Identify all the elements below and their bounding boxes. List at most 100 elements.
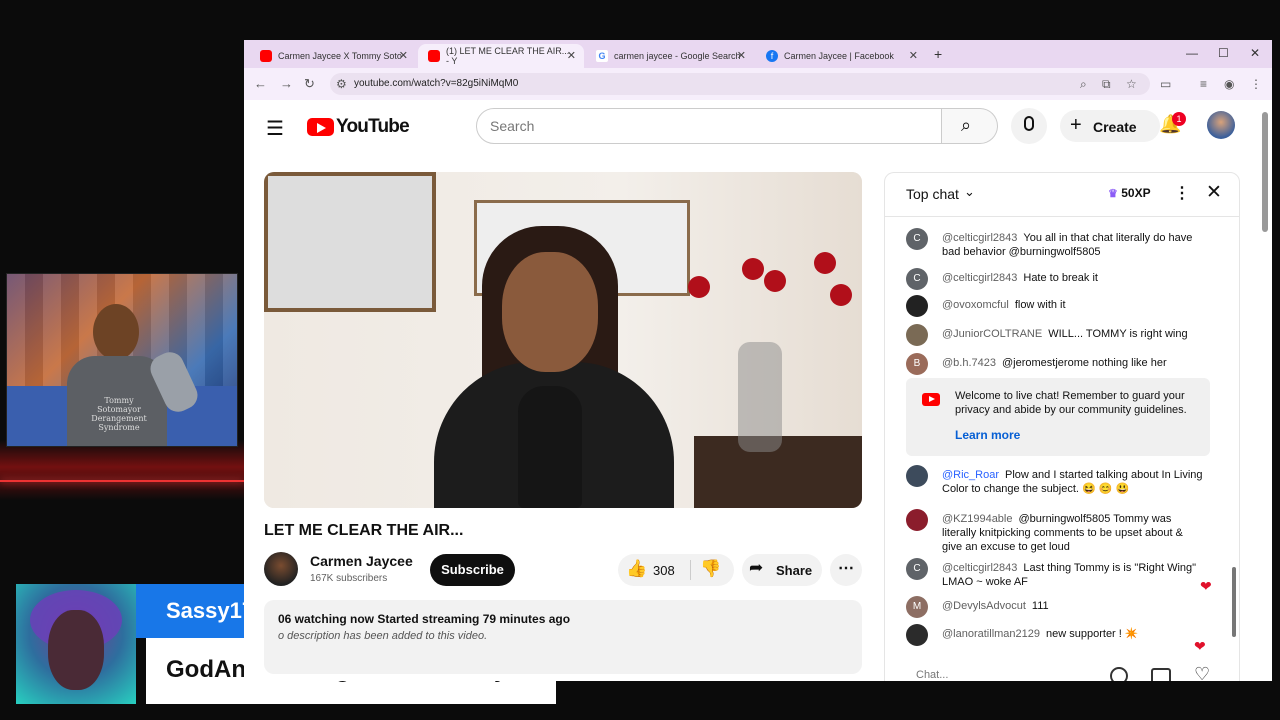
chat-text: Hate to break it [1023,272,1098,284]
youtube-favicon-icon [428,50,440,62]
account-avatar[interactable] [1207,111,1235,139]
channel-avatar[interactable] [264,552,298,586]
search-input[interactable] [476,108,942,144]
shirt-text: Tommy Sotomayor Derangement Syndrome [91,396,147,432]
rose [764,270,786,292]
youtube-logo-text[interactable]: YouTube [336,116,410,138]
chat-text: flow with it [1014,299,1066,311]
video-host-face [502,252,598,372]
chat-avatar[interactable] [906,624,928,646]
subscriber-count: 167K subscribers [310,573,388,584]
more-actions-icon[interactable]: ⋯ [830,554,862,586]
share-icon: ➦ [749,558,764,577]
zoom-icon[interactable]: ⌕ [1080,77,1087,92]
overlay-red-line [0,480,244,482]
chat-username[interactable]: @ovoxomcful [942,299,1009,311]
new-tab-icon[interactable]: + [934,46,942,62]
page-scrollbar[interactable] [1262,112,1268,232]
minimize-icon[interactable]: — [1186,46,1198,60]
thumbs-up-icon[interactable]: 👍 [626,559,647,579]
chat-avatar[interactable] [906,324,928,346]
hamburger-menu-icon[interactable]: ☰ [266,116,284,141]
tab-4[interactable]: f Carmen Jaycee | Facebook ✕ [756,44,926,68]
video-painting-left [264,172,436,312]
chat-username[interactable]: @celticgirl2843 [942,232,1017,244]
search-icon: ⌕ [961,115,972,135]
chat-message-body: @celticgirl2843 Hate to break it [942,271,1206,285]
url-text: youtube.com/watch?v=82g5iNiMqM0 [354,78,519,89]
tab-close-icon[interactable]: ✕ [909,49,918,62]
maximize-icon[interactable]: ☐ [1218,46,1229,60]
video-player[interactable] [264,172,862,508]
chat-avatar[interactable]: C [906,228,928,250]
chat-avatar[interactable]: C [906,558,928,580]
forward-icon[interactable]: → [280,76,293,91]
chat-username[interactable]: @b.h.7423 [942,357,996,369]
chat-menu-icon[interactable]: ⋮ [1174,183,1190,203]
site-info-icon[interactable]: ⚙ [336,77,347,91]
media-control-icon[interactable]: ≡ [1200,77,1207,91]
xp-value: 50XP [1121,186,1151,200]
chat-avatar[interactable] [906,295,928,317]
chat-username[interactable]: @JuniorCOLTRANE [942,328,1042,340]
reload-icon[interactable]: ↻ [304,76,315,92]
thumbs-down-icon[interactable]: 👎 [700,559,721,579]
rose [742,258,764,280]
chat-username[interactable]: @lanoratillman2129 [942,628,1040,640]
chat-username[interactable]: @Ric_Roar [942,469,999,481]
tab-3[interactable]: G carmen jaycee - Google Search ✕ [586,44,754,68]
chat-scrollbar[interactable] [1232,567,1236,637]
window-close-icon[interactable]: ✕ [1250,46,1260,60]
chat-username[interactable]: @celticgirl2843 [942,272,1017,284]
tab-2-active[interactable]: (1) LET ME CLEAR THE AIR... - Y ✕ [418,44,584,68]
chat-username[interactable]: @celticgirl2843 [942,562,1017,574]
streamer-head [93,304,139,360]
video-microphone [518,386,582,508]
chat-message-body: @ovoxomcful flow with it [942,298,1206,312]
chat-avatar[interactable]: B [906,353,928,375]
subscribe-button[interactable]: Subscribe [430,554,515,586]
heart-outline-icon[interactable]: ♡ [1194,664,1210,681]
chat-avatar[interactable] [906,465,928,487]
bookmark-star-icon[interactable]: ☆ [1126,77,1137,91]
profile-icon[interactable]: ◉ [1224,77,1234,91]
tab-close-icon[interactable]: ✕ [567,49,576,62]
chevron-down-icon[interactable]: ⌄ [964,184,975,200]
chat-input[interactable]: Chat... [916,669,948,681]
tab-label: Carmen Jaycee X Tommy Soto [278,51,402,61]
emoji-icon[interactable] [1110,667,1128,681]
xp-badge[interactable]: ♛ 50XP [1108,186,1151,200]
description-text: o description has been added to this vid… [278,630,488,642]
chat-header-controls: Top chat ⌄ ♛ 50XP ⋮ ✕ [884,172,1240,216]
chat-avatar[interactable]: C [906,268,928,290]
super-chat-icon[interactable] [1151,668,1171,681]
microphone-icon [1024,116,1034,131]
chat-text: 111 [1031,600,1049,612]
rose [688,276,710,298]
google-favicon-icon: G [596,50,608,62]
chat-avatar[interactable]: M [906,596,928,618]
youtube-icon-play [929,396,935,402]
learn-more-link[interactable]: Learn more [955,428,1020,442]
chat-text: WILL... TOMMY is right wing [1048,328,1188,340]
chat-avatar[interactable] [906,509,928,531]
tab-close-icon[interactable]: ✕ [399,49,408,62]
back-icon[interactable]: ← [254,76,267,91]
chat-text: @jeromestjerome nothing like her [1002,357,1167,369]
chat-username[interactable]: @KZ1994able [942,513,1013,525]
chat-close-icon[interactable]: ✕ [1206,181,1222,204]
chat-mode-title[interactable]: Top chat [906,186,959,202]
like-count[interactable]: 308 [653,563,675,578]
tab-search-icon[interactable]: ▭ [1160,77,1171,91]
cast-icon[interactable]: ⧉ [1102,77,1111,92]
video-title: LET ME CLEAR THE AIR... [264,522,464,539]
channel-name[interactable]: Carmen Jaycee [310,553,413,569]
chat-username[interactable]: @DevylsAdvocut [942,600,1026,612]
chat-message-body: @DevylsAdvocut 111 [942,599,1206,613]
tab-1[interactable]: Carmen Jaycee X Tommy Soto ✕ [250,44,416,68]
tab-close-icon[interactable]: ✕ [737,49,746,62]
browser-menu-icon[interactable]: ⋮ [1250,77,1262,91]
alert-avatar-face [48,610,104,690]
tab-label: carmen jaycee - Google Search [614,51,741,61]
tab-bar: Carmen Jaycee X Tommy Soto ✕ (1) LET ME … [244,40,1272,68]
